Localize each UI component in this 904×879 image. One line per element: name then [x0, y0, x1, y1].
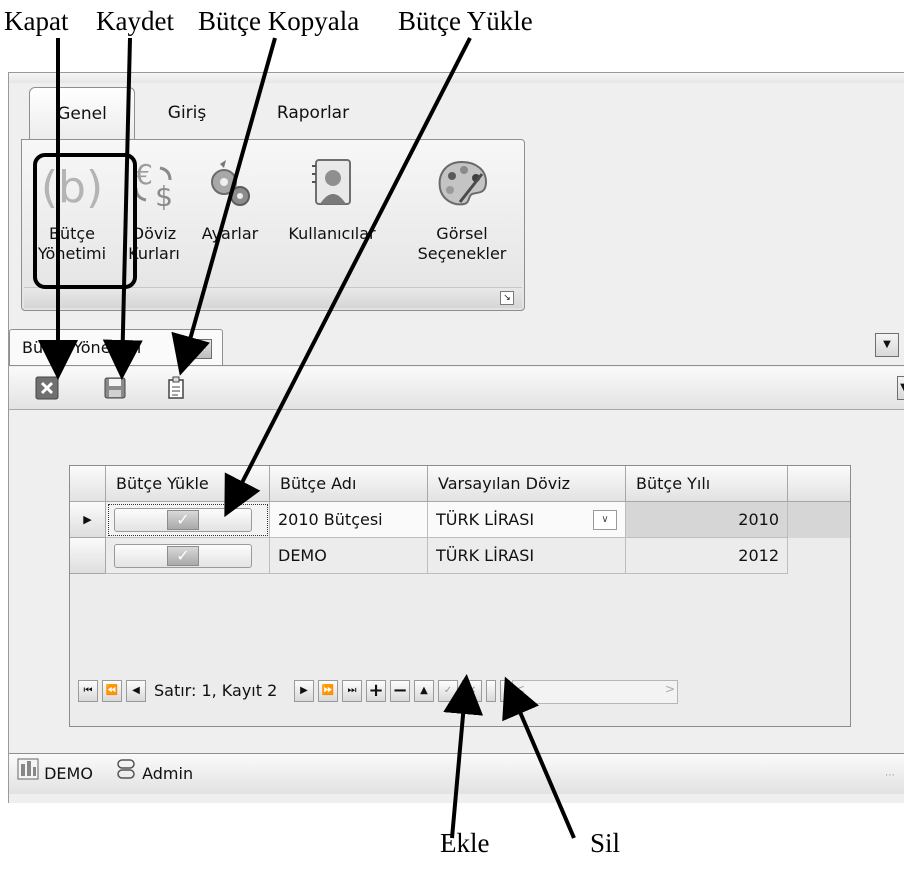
add-record-icon[interactable]: + [366, 680, 386, 702]
resize-grip-icon[interactable]: ⋯ [885, 770, 899, 784]
annotation-ekle: Ekle [440, 828, 490, 858]
user-name: Admin [142, 764, 194, 783]
visual-options-label-1: Görsel [436, 224, 488, 243]
column-header-varsayilan-doviz[interactable]: Varsayılan Döviz [428, 466, 626, 502]
toolbar-overflow-icon[interactable]: ▼ [897, 376, 904, 400]
users-label: Kullanıcılar [288, 224, 376, 243]
end-edit-icon[interactable]: ✓ [438, 680, 458, 702]
svg-text:$: $ [155, 180, 173, 212]
users-button[interactable]: Kullanıcılar [270, 140, 394, 290]
record-position-text: Satır: 1, Kayıt 2 [154, 681, 278, 700]
database-icon [17, 755, 39, 795]
current-row-indicator-icon: ▶ [70, 502, 106, 538]
delete-record-icon[interactable]: − [390, 680, 410, 702]
tab-list-dropdown-icon[interactable]: ▼ [875, 333, 899, 357]
scroll-handle-icon[interactable] [500, 680, 510, 702]
settings-label: Ayarlar [201, 224, 259, 243]
column-header-butce-adi[interactable]: Bütçe Adı [270, 466, 428, 502]
database-name: DEMO [44, 764, 93, 783]
users-icon [304, 156, 360, 217]
annotation-butce-kopyala: Bütçe Kopyala [198, 6, 360, 36]
column-header-butce-yili[interactable]: Bütçe Yılı [626, 466, 788, 502]
budget-name-cell[interactable]: 2010 Bütçesi [270, 502, 428, 538]
scroll-right-icon[interactable]: > [665, 682, 675, 696]
previous-page-icon[interactable]: ⏪ [102, 680, 122, 702]
application-window: Genel Giriş Raporlar (b) Bütçe Yönetimi €… [8, 72, 904, 803]
scroll-left-icon[interactable]: < [515, 682, 525, 696]
load-budget-toggle[interactable]: ✓ [114, 544, 252, 568]
table-row[interactable]: ▶ ✓ 2010 Bütçesi TÜRK LİRASI ∨ 2010 [70, 502, 850, 538]
database-status: DEMO [17, 754, 93, 795]
row-indicator-header [70, 466, 106, 502]
visual-options-button[interactable]: Görsel Seçenekler [406, 140, 518, 290]
check-icon: ✓ [167, 510, 199, 530]
annotation-sil: Sil [590, 828, 621, 858]
tab-butce-yonetimi[interactable]: Bütçe Yönetimi ✕ [9, 329, 223, 365]
load-budget-toggle[interactable]: ✓ [114, 508, 252, 532]
tab-butce-yonetimi-label: Bütçe Yönetimi [22, 338, 142, 357]
user-icon [115, 755, 137, 795]
budget-name-cell[interactable]: DEMO [270, 538, 428, 574]
status-bar: DEMO Admin ⋯ [9, 753, 904, 794]
load-budget-cell[interactable]: ✓ [106, 538, 270, 574]
previous-record-icon[interactable]: ◀ [126, 680, 146, 702]
column-header-filler [788, 466, 850, 502]
annotation-kaydet: Kaydet [96, 6, 174, 36]
last-page-icon[interactable]: ⏭ [342, 680, 362, 702]
scroll-handle-icon[interactable] [486, 680, 496, 702]
document-tab-strip: Bütçe Yönetimi ✕ ▼ [9, 325, 904, 366]
close-icon[interactable] [35, 376, 59, 400]
svg-text:€: € [135, 158, 153, 191]
column-header-butce-yukle[interactable]: Bütçe Yükle [106, 466, 270, 502]
ribbon-tab-genel[interactable]: Genel [29, 87, 135, 140]
copy-icon[interactable] [165, 376, 189, 400]
dialog-launcher-icon[interactable]: ↘ [500, 291, 514, 305]
toolbar: ▼ [9, 367, 904, 410]
chevron-down-icon[interactable]: ∨ [593, 510, 617, 530]
ribbon-tab-giris[interactable]: Giriş [147, 87, 227, 139]
check-icon: ✓ [167, 546, 199, 566]
year-cell[interactable]: 2012 [626, 538, 788, 574]
record-navigator: ⏮ ⏪ ◀ Satır: 1, Kayıt 2 ▶ ⏩ ⏭ + − ▲ ✓ ✕ … [78, 678, 838, 704]
highlight-frame [33, 153, 137, 289]
currency-cell[interactable]: TÜRK LİRASI [428, 538, 626, 574]
save-icon[interactable] [103, 376, 127, 400]
edit-record-icon[interactable]: ▲ [414, 680, 434, 702]
ribbon-tab-raporlar[interactable]: Raporlar [265, 87, 361, 139]
settings-button[interactable]: Ayarlar [190, 140, 270, 290]
table-row[interactable]: ✓ DEMO TÜRK LİRASI 2012 [70, 538, 850, 574]
horizontal-scrollbar[interactable]: < > [512, 680, 678, 704]
row-indicator [70, 538, 106, 574]
ribbon-group-bar: ↘ [24, 287, 522, 308]
currency-cell-value: TÜRK LİRASI [436, 510, 535, 529]
currency-cell[interactable]: TÜRK LİRASI ∨ [428, 502, 626, 538]
user-status: Admin [115, 754, 193, 795]
annotation-kapat: Kapat [4, 6, 69, 36]
cancel-edit-icon[interactable]: ✕ [462, 680, 482, 702]
year-cell[interactable]: 2010 [626, 502, 788, 538]
next-record-icon[interactable]: ▶ [294, 680, 314, 702]
load-budget-cell[interactable]: ✓ [106, 502, 270, 538]
settings-gears-icon [202, 156, 258, 217]
first-page-icon[interactable]: ⏮ [78, 680, 98, 702]
tab-close-icon[interactable]: ✕ [192, 339, 212, 359]
budget-grid: Bütçe Yükle Bütçe Adı Varsayılan Döviz B… [69, 465, 851, 727]
visual-options-label-2: Seçenekler [417, 244, 507, 263]
annotation-butce-yukle: Bütçe Yükle [398, 6, 533, 36]
palette-icon [434, 156, 490, 217]
next-page-icon[interactable]: ⏩ [318, 680, 338, 702]
